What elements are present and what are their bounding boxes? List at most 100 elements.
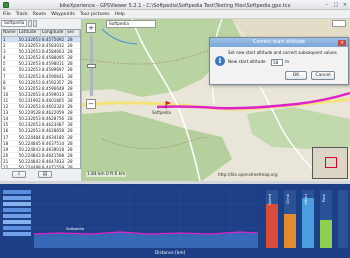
forest-area: [82, 111, 232, 181]
track-tabs: Softpedia: [1, 20, 81, 28]
dialog-message: Set new start altitude and correct subse…: [228, 50, 337, 55]
table-cell: 50.232053: [18, 91, 41, 97]
table-cell: 8.4590641: [42, 73, 65, 79]
table-cell: 50.224484: [18, 134, 41, 140]
table-cell: 8.4623487: [42, 122, 65, 128]
table-cell: 50.231902: [18, 97, 41, 103]
table-cell: 50.232053: [18, 37, 41, 42]
table-cell: 8.4622059: [42, 110, 65, 116]
table-buttons: ⌕ ▤: [12, 171, 52, 178]
table-cell: 8.4598011: [42, 61, 65, 67]
table-cell: 15: [3, 122, 9, 128]
table-cell: 8.4599013: [42, 91, 65, 97]
menu-help[interactable]: Help: [115, 12, 125, 17]
table-cell: 8.4628658: [42, 128, 65, 134]
table-cell: 28: [67, 140, 73, 146]
table-cell: 50.232053: [18, 85, 41, 91]
gauge-pace-label: Pace: [322, 194, 326, 203]
table-cell: 7: [3, 73, 6, 79]
table-options-icon[interactable]: ▤: [38, 171, 52, 178]
table-cell: 28: [67, 43, 73, 49]
gps-track: [156, 91, 350, 110]
table-cell: 11: [3, 97, 9, 103]
tab-track[interactable]: Softpedia: [1, 20, 28, 27]
zoom-slider-thumb[interactable]: [86, 64, 96, 68]
dialog-close-icon[interactable]: ×: [338, 39, 346, 46]
overview-viewport[interactable]: [325, 157, 337, 168]
menu-bar: File Track Route Waypoints Tour pictures…: [0, 10, 350, 19]
table-cell: 50.224843: [18, 158, 41, 164]
table-cell: 50.232053: [18, 122, 41, 128]
table-cell: 50.229528: [18, 110, 41, 116]
zoom-control: + −: [86, 23, 96, 109]
correct-altitude-dialog: Correct start altitude × Set new start a…: [209, 37, 349, 85]
zoom-to-point-icon[interactable]: ⌕: [12, 171, 26, 178]
table-cell: 8.4641598: [42, 152, 65, 158]
altitude-unit: m: [285, 59, 290, 64]
tab-scroll-icon[interactable]: [28, 20, 33, 27]
table-cell: 50.232053: [18, 43, 41, 49]
table-cell: 5: [3, 61, 6, 67]
start-altitude-input[interactable]: 58: [271, 59, 283, 66]
overview-map[interactable]: [312, 147, 348, 179]
table-cell: 8.4637514: [42, 140, 65, 146]
elevation-canvas[interactable]: Softpedia: [0, 184, 350, 258]
table-cell: 50.232053: [18, 104, 41, 110]
zoom-in-button[interactable]: +: [86, 23, 96, 33]
table-row[interactable]: 22 50.224488 8.4471559 28: [2, 164, 80, 169]
tab-scroll-icon-2[interactable]: [33, 20, 38, 27]
zoom-slider[interactable]: [86, 36, 96, 96]
table-cell: 12: [3, 104, 9, 110]
table-cell: 1: [3, 37, 6, 42]
table-cell: 8.4647833: [42, 158, 65, 164]
forest-area: [247, 107, 350, 149]
menu-route[interactable]: Route: [33, 12, 46, 17]
zoom-out-button[interactable]: −: [86, 99, 96, 109]
table-cell: 28: [67, 116, 73, 122]
col-elevation[interactable]: Ele: [66, 30, 80, 36]
map-track-label: Softpedia: [152, 110, 172, 115]
table-cell: 20: [3, 152, 9, 158]
map-options-icon[interactable]: [332, 20, 346, 27]
menu-file[interactable]: File: [3, 12, 11, 17]
cancel-button[interactable]: Cancel: [311, 71, 335, 80]
table-body: 1 50.232053 8.4575092 28 2 50.232053 8.4583032…: [2, 37, 80, 169]
table-cell: 19: [3, 146, 9, 152]
table-cell: 28: [67, 122, 73, 128]
table-cell: 8.4471559: [42, 164, 65, 169]
table-cell: 28: [67, 73, 73, 79]
table-cell: 8.4583032: [42, 43, 65, 49]
table-cell: 8.4588095: [42, 55, 65, 61]
trackpoint-panel: Softpedia Name Latitude Longitude Ele 15…: [0, 19, 82, 181]
table-cell: 22: [3, 164, 9, 169]
window-controls: – □ ×: [324, 2, 348, 8]
table-cell: 8.4575092: [42, 37, 65, 42]
ok-button[interactable]: OK: [285, 71, 307, 80]
table-cell: 50.232053: [18, 116, 41, 122]
table-cell: 28: [67, 97, 73, 103]
maximize-icon[interactable]: □: [333, 2, 339, 8]
table-cell: 50.232053: [18, 55, 41, 61]
menu-waypoints[interactable]: Waypoints: [51, 12, 75, 17]
map-attribution[interactable]: http://tile.openstreetmap.org: [218, 172, 278, 177]
elevation-track-label: Softpedia: [66, 226, 84, 231]
col-name[interactable]: Name: [2, 30, 18, 36]
col-longitude[interactable]: Longitude: [41, 30, 67, 36]
map-source-select[interactable]: Softpedia: [106, 20, 156, 28]
elevation-profile[interactable]: Softpedia Distance [km] Speed Climb Hear…: [0, 184, 350, 258]
start-altitude-label: New start altitude: [228, 59, 266, 64]
table-cell: 8.4596648: [42, 85, 65, 91]
table-cell: 28: [67, 158, 73, 164]
table-cell: 28: [67, 128, 73, 134]
table-cell: 6: [3, 67, 6, 73]
menu-tour-pictures[interactable]: Tour pictures: [80, 12, 110, 17]
menu-track[interactable]: Track: [16, 12, 28, 17]
table-header: Name Latitude Longitude Ele: [2, 30, 80, 37]
minimize-icon[interactable]: –: [324, 2, 330, 8]
close-icon[interactable]: ×: [342, 2, 348, 8]
col-latitude[interactable]: Latitude: [18, 30, 41, 36]
table-cell: 8.4628756: [42, 116, 65, 122]
table-cell: 50.232053: [18, 49, 41, 55]
gauge-heart-label: Heart: [304, 194, 308, 205]
trackpoint-table[interactable]: Name Latitude Longitude Ele 1 50.232053 8.…: [1, 29, 81, 169]
